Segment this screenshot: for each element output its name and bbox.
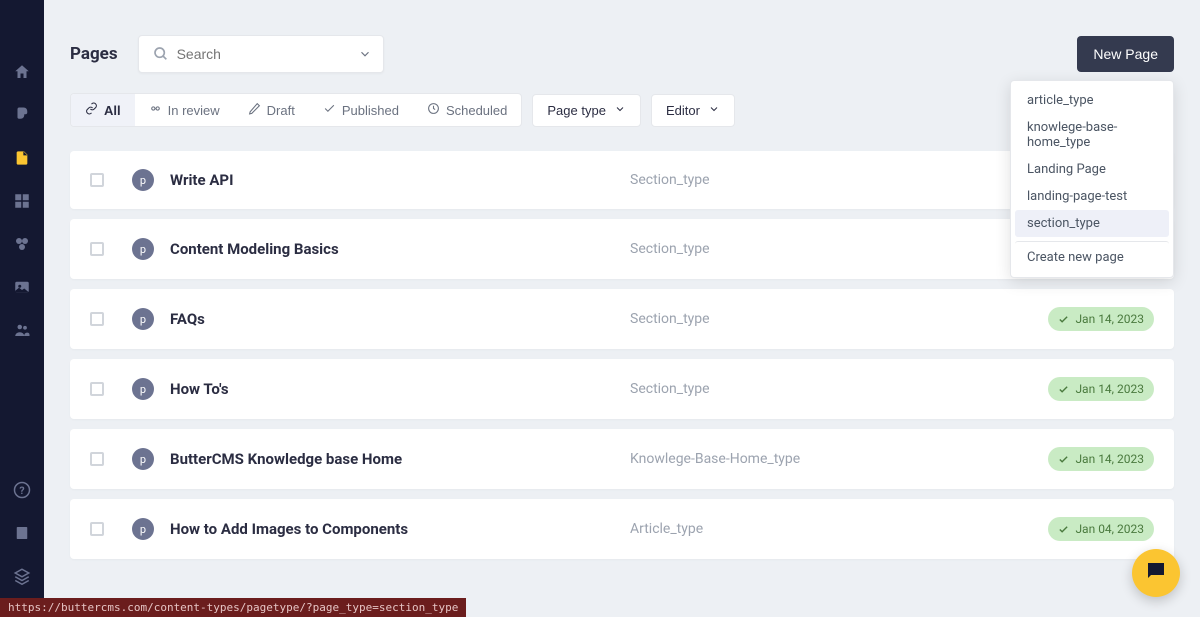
new-page-button[interactable]: New Page bbox=[1077, 36, 1174, 72]
chat-icon bbox=[1144, 559, 1168, 587]
filter-tab-all[interactable]: All bbox=[71, 94, 135, 126]
check-icon bbox=[323, 102, 336, 118]
status-url-bar: https://buttercms.com/content-types/page… bbox=[0, 598, 466, 617]
sidebar-item-docs[interactable] bbox=[0, 511, 44, 554]
search-box[interactable] bbox=[138, 35, 384, 73]
row-title: Content Modeling Basics bbox=[170, 240, 630, 258]
row-checkbox[interactable] bbox=[90, 173, 104, 187]
table-row[interactable]: p FAQsSection_typeJan 14, 2023 bbox=[70, 289, 1174, 349]
row-badge: p bbox=[132, 518, 154, 540]
popup-item[interactable]: Landing Page bbox=[1015, 156, 1169, 183]
row-badge: p bbox=[132, 169, 154, 191]
row-title: How To's bbox=[170, 380, 630, 398]
page-type-dropdown[interactable]: Page type bbox=[532, 94, 641, 127]
sidebar-item-blog[interactable] bbox=[0, 93, 44, 136]
sidebar-item-media[interactable] bbox=[0, 265, 44, 308]
row-checkbox[interactable] bbox=[90, 242, 104, 256]
filter-tab-label: Published bbox=[342, 103, 399, 118]
filter-tab-draft[interactable]: Draft bbox=[234, 94, 309, 126]
sidebar: ? bbox=[0, 0, 44, 617]
row-title: How to Add Images to Components bbox=[170, 520, 630, 538]
row-badge: p bbox=[132, 308, 154, 330]
row-date-badge: Jan 14, 2023 bbox=[1048, 447, 1154, 471]
sidebar-item-help[interactable]: ? bbox=[0, 468, 44, 511]
row-checkbox[interactable] bbox=[90, 522, 104, 536]
row-date-badge: Jan 14, 2023 bbox=[1048, 307, 1154, 331]
dropdown-label: Page type bbox=[547, 103, 606, 118]
row-type: Knowlege-Base-Home_type bbox=[630, 451, 1048, 467]
row-title: Write API bbox=[170, 171, 630, 189]
row-type: Section_type bbox=[630, 381, 1048, 397]
row-type: Section_type bbox=[630, 241, 1048, 257]
table-row[interactable]: p How to Add Images to ComponentsArticle_… bbox=[70, 499, 1174, 559]
row-title: FAQs bbox=[170, 310, 630, 328]
dropdown-label: Editor bbox=[666, 103, 700, 118]
table-row[interactable]: p ButterCMS Knowledge base HomeKnowlege-B… bbox=[70, 429, 1174, 489]
popup-item[interactable]: section_type bbox=[1015, 210, 1169, 237]
filter-tab-label: In review bbox=[168, 103, 220, 118]
review-icon bbox=[149, 102, 162, 118]
chevron-down-icon[interactable] bbox=[358, 47, 372, 61]
clock-icon bbox=[427, 102, 440, 118]
sidebar-item-components[interactable] bbox=[0, 222, 44, 265]
svg-text:?: ? bbox=[19, 483, 24, 496]
popup-item[interactable]: Create new page bbox=[1015, 241, 1169, 271]
row-checkbox[interactable] bbox=[90, 382, 104, 396]
chevron-down-icon bbox=[614, 103, 626, 118]
search-icon bbox=[153, 46, 169, 62]
chevron-down-icon bbox=[708, 103, 720, 118]
table-row[interactable]: pWrite APISection_type bbox=[70, 151, 1174, 209]
row-title: ButterCMS Knowledge base Home bbox=[170, 450, 630, 468]
sidebar-item-layers[interactable] bbox=[0, 554, 44, 597]
popup-item[interactable]: article_type bbox=[1015, 87, 1169, 114]
filter-tab-published[interactable]: Published bbox=[309, 94, 413, 126]
row-checkbox[interactable] bbox=[90, 452, 104, 466]
popup-item[interactable]: landing-page-test bbox=[1015, 183, 1169, 210]
row-badge: p bbox=[132, 238, 154, 260]
sidebar-item-users[interactable] bbox=[0, 308, 44, 351]
editor-dropdown[interactable]: Editor bbox=[651, 94, 735, 127]
link-icon bbox=[85, 102, 98, 118]
row-badge: p bbox=[132, 378, 154, 400]
filter-tab-in-review[interactable]: In review bbox=[135, 94, 234, 126]
sidebar-item-collections[interactable] bbox=[0, 179, 44, 222]
sidebar-item-home[interactable] bbox=[0, 50, 44, 93]
filter-tab-scheduled[interactable]: Scheduled bbox=[413, 94, 521, 126]
row-badge: p bbox=[132, 448, 154, 470]
row-type: Section_type bbox=[630, 311, 1048, 327]
chat-button[interactable] bbox=[1132, 549, 1180, 597]
row-date-badge: Jan 14, 2023 bbox=[1048, 377, 1154, 401]
main-content: Pages New Page All In review Draft bbox=[44, 0, 1200, 617]
table-row[interactable]: p How To'sSection_typeJan 14, 2023 bbox=[70, 359, 1174, 419]
row-type: Article_type bbox=[630, 521, 1048, 537]
sidebar-item-pages[interactable] bbox=[0, 136, 44, 179]
table-row[interactable]: pContent Modeling BasicsSection_typeJan … bbox=[70, 219, 1174, 279]
filter-tab-label: Draft bbox=[267, 103, 295, 118]
row-checkbox[interactable] bbox=[90, 312, 104, 326]
new-page-popup: article_typeknowlege-base-home_typeLandi… bbox=[1010, 80, 1174, 278]
search-input[interactable] bbox=[177, 46, 358, 62]
page-title: Pages bbox=[70, 44, 118, 64]
pencil-icon bbox=[248, 102, 261, 118]
filter-tab-label: Scheduled bbox=[446, 103, 507, 118]
popup-item[interactable]: knowlege-base-home_type bbox=[1015, 114, 1169, 156]
filter-tab-label: All bbox=[104, 103, 121, 118]
status-filter-group: All In review Draft Published Scheduled bbox=[70, 93, 522, 127]
row-date-badge: Jan 04, 2023 bbox=[1048, 517, 1154, 541]
